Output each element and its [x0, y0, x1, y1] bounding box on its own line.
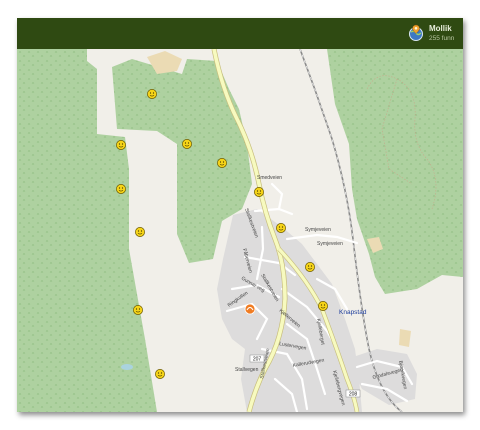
smiley-face-icon[interactable] [133, 305, 143, 315]
app-info: Mollik 255 funn [429, 24, 454, 44]
smiley-face-icon[interactable] [318, 301, 328, 311]
map-canvas[interactable]: Smedveien Stallkestveien Stallkestveien … [17, 49, 463, 412]
smiley-face-icon[interactable] [254, 187, 264, 197]
pond [121, 364, 133, 370]
attribution-area [427, 405, 463, 412]
road-shield-208: 208 [345, 389, 361, 398]
svg-text:208: 208 [349, 392, 358, 398]
smiley-face-icon[interactable] [276, 223, 286, 233]
map-window: Mollik 255 funn Smedveien Stallkestveien… [17, 18, 463, 412]
app-header: Mollik 255 funn [17, 18, 463, 49]
road-label-3: Symjeveien [305, 227, 331, 233]
smiley-face-icon[interactable] [116, 184, 126, 194]
globe-pin-logo-icon[interactable] [407, 24, 425, 42]
road-label-4: Symjeveien [317, 241, 343, 247]
road-label-0: Smedveien [257, 175, 282, 181]
bakery-poi-icon[interactable] [244, 303, 256, 315]
smiley-face-icon[interactable] [217, 158, 227, 168]
smiley-face-icon[interactable] [116, 140, 126, 150]
place-label-knapstad: Knapstad [339, 309, 367, 316]
smiley-face-icon[interactable] [182, 139, 192, 149]
app-name: Mollik [429, 24, 452, 33]
smiley-face-icon[interactable] [147, 89, 157, 99]
find-count: 255 funn [429, 35, 455, 42]
svg-text:207: 207 [253, 357, 262, 363]
smiley-face-icon[interactable] [155, 369, 165, 379]
road-label-13: Stallvegen [235, 367, 259, 373]
road-shield-207: 207 [249, 354, 265, 363]
sand-patch-east [399, 329, 411, 347]
smiley-face-icon[interactable] [135, 227, 145, 237]
smiley-face-icon[interactable] [305, 262, 315, 272]
